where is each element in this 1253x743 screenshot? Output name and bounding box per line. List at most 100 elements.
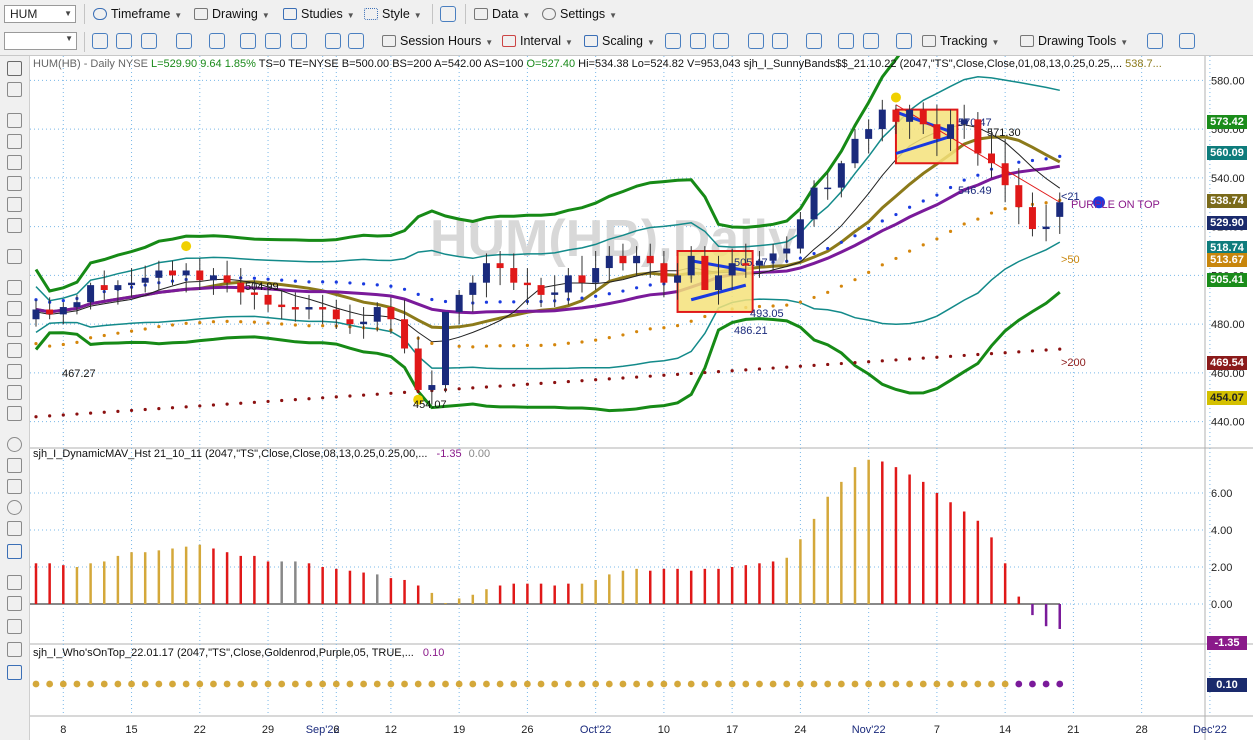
remove-icon[interactable] bbox=[7, 619, 22, 634]
arrow-line-icon[interactable] bbox=[7, 155, 22, 170]
annotation-454: 454.07 bbox=[413, 399, 447, 411]
speed-icon[interactable] bbox=[1179, 33, 1195, 49]
zoom-out-icon[interactable] bbox=[863, 33, 879, 49]
chevron-down-icon[interactable]: ▼ bbox=[65, 34, 73, 43]
grid-toggle-icon[interactable] bbox=[896, 33, 912, 49]
up-arrow-icon[interactable] bbox=[7, 479, 22, 494]
zoom-in-icon[interactable] bbox=[838, 33, 854, 49]
timeframe-button[interactable]: Timeframe ▼ bbox=[93, 4, 182, 24]
ma200-dot bbox=[826, 362, 830, 367]
ma21-dot bbox=[908, 205, 912, 209]
speed-lines-icon[interactable] bbox=[7, 364, 22, 379]
candle-body bbox=[1042, 226, 1050, 230]
data-button[interactable]: Data ▼ bbox=[474, 4, 530, 24]
pattern-icon[interactable] bbox=[265, 33, 281, 49]
vertical-line-icon[interactable] bbox=[7, 197, 22, 212]
target-icon[interactable] bbox=[209, 33, 225, 49]
fib-icon[interactable] bbox=[7, 249, 22, 264]
ma200-dot bbox=[239, 401, 243, 405]
ma50-dot bbox=[553, 343, 557, 347]
bars-icon[interactable] bbox=[325, 33, 341, 49]
session-hours-button[interactable]: Session Hours ▼ bbox=[382, 31, 493, 51]
cursor-icon[interactable] bbox=[116, 33, 132, 49]
ma21-dot bbox=[293, 279, 297, 283]
bar-style-icon[interactable] bbox=[713, 33, 729, 49]
layout-icon[interactable] bbox=[440, 6, 456, 22]
cycle-icon[interactable] bbox=[7, 406, 22, 421]
candle-body bbox=[128, 282, 136, 286]
candle-body bbox=[360, 321, 368, 325]
pen-icon[interactable] bbox=[7, 642, 22, 657]
chevron-down-icon[interactable]: ▼ bbox=[64, 6, 72, 22]
candle-hollow-icon[interactable] bbox=[690, 33, 706, 49]
interval-button[interactable]: Interval ▼ bbox=[502, 31, 573, 51]
whos-on-top-dot bbox=[578, 680, 586, 688]
text-icon[interactable] bbox=[7, 544, 22, 559]
eraser-icon[interactable] bbox=[7, 596, 22, 611]
arc-icon[interactable] bbox=[7, 437, 22, 452]
tracking-button[interactable]: Tracking ▼ bbox=[922, 31, 999, 51]
down-arrow-icon[interactable] bbox=[7, 458, 22, 473]
whos-on-top-dot bbox=[592, 680, 600, 688]
trend-icon[interactable] bbox=[1147, 33, 1163, 49]
lines-icon[interactable] bbox=[7, 343, 22, 358]
candle-body bbox=[510, 268, 518, 283]
oscillator-axis-label: 4.00 bbox=[1211, 525, 1232, 537]
scaling-button[interactable]: Scaling ▼ bbox=[584, 31, 655, 51]
layout-icon[interactable] bbox=[806, 33, 822, 49]
grid-draw-icon[interactable] bbox=[7, 322, 22, 337]
ma200-dot bbox=[989, 352, 994, 356]
ma21-dot bbox=[880, 219, 884, 223]
chart-area[interactable]: HUM(HB),Daily 570.47571.30546.49504.9950… bbox=[30, 4, 1253, 743]
grid-icon[interactable] bbox=[141, 33, 157, 49]
date-axis-label: 17 bbox=[726, 724, 738, 736]
andrews-icon[interactable] bbox=[7, 385, 22, 400]
oscillator-value: -1.35 bbox=[436, 448, 462, 460]
gann-icon[interactable] bbox=[7, 301, 22, 316]
label-icon[interactable] bbox=[7, 665, 22, 680]
drawing-button[interactable]: Drawing ▼ bbox=[194, 4, 270, 24]
interval-icon bbox=[502, 35, 516, 47]
trendline-icon[interactable] bbox=[7, 134, 22, 149]
ohlc-icon[interactable] bbox=[748, 33, 764, 49]
candle-style-icon[interactable] bbox=[665, 33, 681, 49]
horizontal-line-icon[interactable] bbox=[7, 176, 22, 191]
candle-body bbox=[701, 255, 709, 290]
refresh-icon[interactable] bbox=[92, 33, 108, 49]
ellipse-icon[interactable] bbox=[7, 500, 22, 515]
workspace-select[interactable]: ▼ bbox=[4, 32, 77, 50]
ma200-dot bbox=[921, 356, 925, 360]
channel-icon[interactable] bbox=[7, 280, 22, 295]
brush-icon[interactable] bbox=[7, 113, 22, 128]
find-icon[interactable] bbox=[176, 33, 192, 49]
studies-button[interactable]: Studies ▼ bbox=[283, 4, 355, 24]
drawing-tools-button[interactable]: Drawing Tools ▼ bbox=[1020, 31, 1128, 51]
ma200-dot bbox=[471, 386, 475, 390]
whos-on-top-dot bbox=[1042, 680, 1050, 688]
ma200-dot bbox=[498, 384, 502, 388]
symbol-input[interactable]: HUM ▼ bbox=[4, 5, 76, 23]
compare-icon[interactable] bbox=[291, 33, 307, 49]
crosshair-icon[interactable] bbox=[7, 82, 22, 97]
ma50-dot bbox=[239, 320, 243, 324]
line-style-icon[interactable] bbox=[772, 33, 788, 49]
chart-canvas[interactable]: HUM(HB),Daily 570.47571.30546.49504.9950… bbox=[30, 4, 1253, 740]
draw-icon[interactable] bbox=[240, 33, 256, 49]
whos-on-top-dot bbox=[305, 680, 313, 688]
parallel-lines-icon[interactable] bbox=[7, 218, 22, 233]
ruler-icon[interactable] bbox=[7, 575, 22, 590]
candle-body bbox=[469, 282, 477, 295]
style-button[interactable]: Style ▼ bbox=[364, 4, 422, 24]
ma50-dot bbox=[812, 295, 816, 300]
candle-body bbox=[387, 307, 395, 320]
ma50-dot bbox=[498, 344, 502, 348]
whos-on-top-dot bbox=[373, 680, 381, 688]
pointer-icon[interactable] bbox=[7, 61, 22, 76]
ma200-dot bbox=[1044, 348, 1048, 352]
rectangle-icon[interactable] bbox=[7, 521, 22, 536]
ma200-dot bbox=[703, 370, 707, 375]
indicator-icon[interactable] bbox=[348, 33, 364, 49]
whos-on-top-dot bbox=[510, 680, 518, 688]
settings-button[interactable]: Settings ▼ bbox=[542, 4, 617, 24]
ma200-dot bbox=[757, 367, 762, 371]
